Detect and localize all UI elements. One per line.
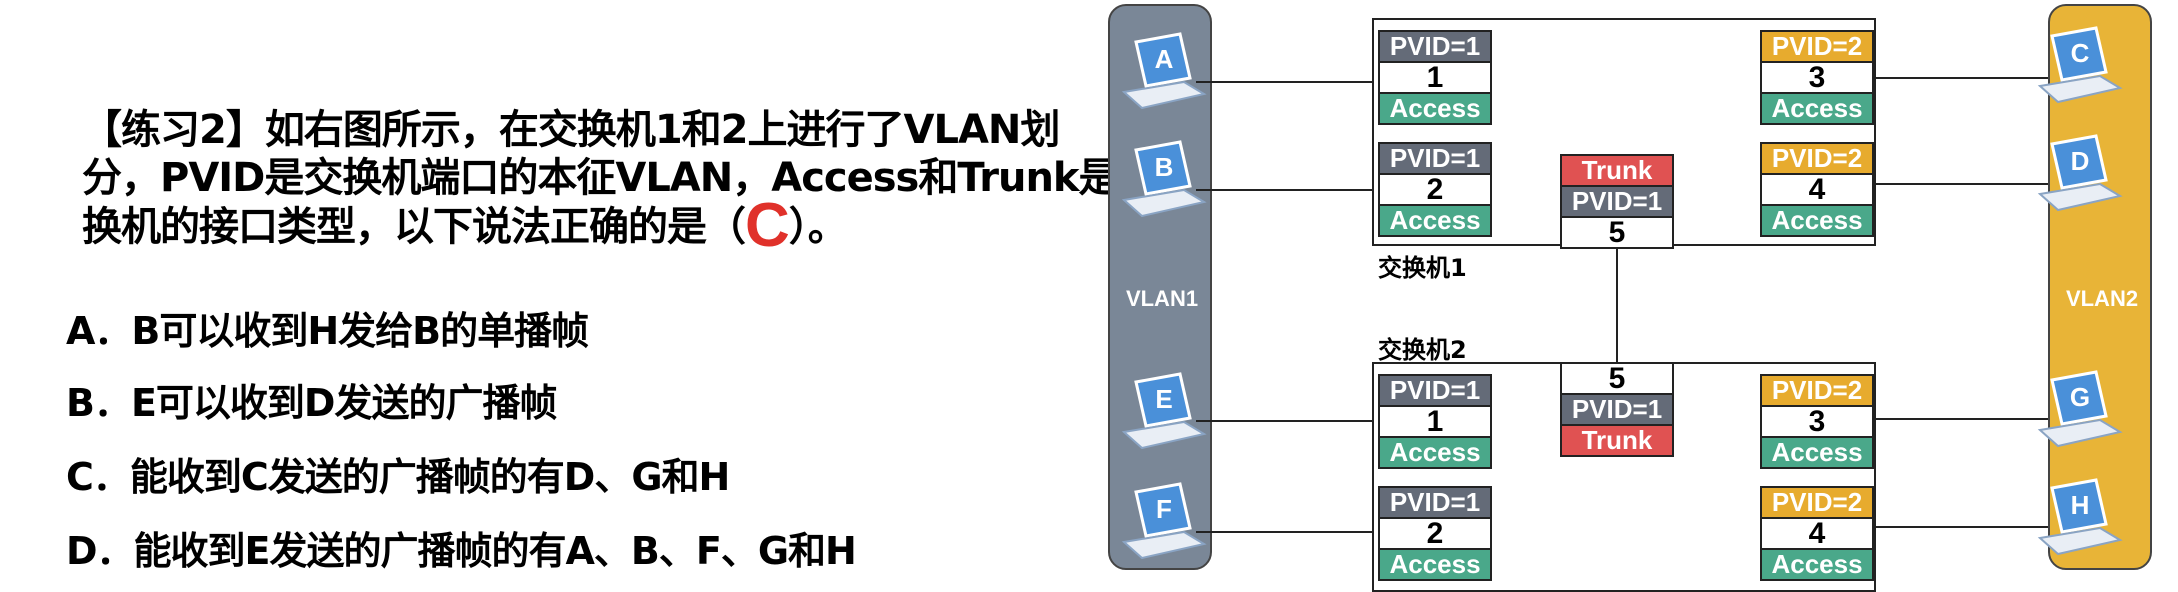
- port-pvid: PVID=1: [1380, 32, 1490, 61]
- switch1-port-5: Trunk PVID=1 5: [1560, 154, 1674, 249]
- port-number: 5: [1562, 364, 1672, 395]
- port-number: 5: [1562, 216, 1672, 248]
- laptop-a-icon[interactable]: A: [1118, 30, 1210, 122]
- switch1-port-2: PVID=1 2 Access: [1378, 142, 1492, 237]
- port-mode: Trunk: [1562, 424, 1672, 455]
- port-pvid: PVID=2: [1762, 376, 1872, 405]
- port-mode: Access: [1380, 94, 1490, 123]
- switch2-port-4: PVID=2 4 Access: [1760, 486, 1874, 581]
- vlan2-label: VLAN2: [2065, 286, 2139, 311]
- link-a: [1196, 81, 1374, 83]
- port-mode: Access: [1380, 550, 1490, 579]
- laptop-d-icon[interactable]: D: [2034, 132, 2126, 224]
- port-mode: Access: [1762, 438, 1872, 467]
- port-number: 3: [1762, 405, 1872, 438]
- link-e: [1196, 420, 1374, 422]
- question-line-1: 【练习2】如右图所示，在交换机1和2上进行了VLAN划: [82, 107, 1060, 153]
- laptop-e-icon[interactable]: E: [1118, 370, 1210, 462]
- port-mode: Access: [1380, 206, 1490, 235]
- link-h: [1874, 526, 2048, 528]
- port-mode: Access: [1762, 94, 1872, 123]
- host-e-letter: E: [1155, 384, 1172, 414]
- host-a-letter: A: [1155, 44, 1174, 74]
- port-mode: Trunk: [1562, 156, 1672, 185]
- port-number: 3: [1762, 61, 1872, 94]
- laptop-h-icon[interactable]: H: [2034, 476, 2126, 568]
- option-a[interactable]: A．B可以收到H发给B的单播帧: [66, 300, 589, 355]
- link-d: [1874, 183, 2048, 185]
- port-mode: Access: [1762, 206, 1872, 235]
- switch1-port-3: PVID=2 3 Access: [1760, 30, 1874, 125]
- host-b-letter: B: [1155, 152, 1174, 182]
- port-pvid: PVID=1: [1380, 376, 1490, 405]
- switch2-port-3: PVID=2 3 Access: [1760, 374, 1874, 469]
- port-pvid: PVID=1: [1562, 185, 1672, 216]
- question-close: ）。: [788, 204, 848, 250]
- link-f: [1196, 531, 1374, 533]
- port-pvid: PVID=1: [1562, 395, 1672, 424]
- switch2-port-1: PVID=1 1 Access: [1378, 374, 1492, 469]
- question-line-2: 分，PVID是交换机端口的本征VLAN，Access和Trunk是交: [82, 155, 1158, 201]
- port-number: 2: [1380, 173, 1490, 206]
- switch2-label: 交换机2: [1378, 336, 1467, 364]
- host-f-letter: F: [1156, 494, 1172, 524]
- laptop-b-icon[interactable]: B: [1118, 138, 1210, 230]
- option-b[interactable]: B．E可以收到D发送的广播帧: [66, 372, 557, 427]
- port-number: 4: [1762, 173, 1872, 206]
- laptop-f-icon[interactable]: F: [1118, 480, 1210, 572]
- vlan1-label: VLAN1: [1125, 286, 1199, 311]
- host-g-letter: G: [2070, 382, 2090, 412]
- port-number: 1: [1380, 405, 1490, 438]
- trunk-link: [1616, 242, 1618, 366]
- question-line-3-text: 换机的接口类型，以下说法正确的是（: [82, 204, 746, 250]
- port-mode: Access: [1380, 438, 1490, 467]
- port-pvid: PVID=2: [1762, 144, 1872, 173]
- port-number: 1: [1380, 61, 1490, 94]
- port-number: 2: [1380, 517, 1490, 550]
- link-c: [1874, 77, 2048, 79]
- switch1-label: 交换机1: [1378, 254, 1467, 282]
- port-pvid: PVID=1: [1380, 144, 1490, 173]
- switch1-port-1: PVID=1 1 Access: [1378, 30, 1492, 125]
- switch2-port-5: 5 PVID=1 Trunk: [1560, 362, 1674, 457]
- port-pvid: PVID=1: [1380, 488, 1490, 517]
- link-g: [1874, 418, 2048, 420]
- host-h-letter: H: [2071, 490, 2090, 520]
- port-pvid: PVID=2: [1762, 488, 1872, 517]
- host-d-letter: D: [2071, 146, 2090, 176]
- option-d[interactable]: D．能收到E发送的广播帧的有A、B、F、G和H: [66, 520, 857, 575]
- question-line-3: 换机的接口类型，以下说法正确的是（C）。: [82, 195, 1082, 257]
- option-c[interactable]: C．能收到C发送的广播帧的有D、G和H: [66, 446, 730, 501]
- switch2-port-2: PVID=1 2 Access: [1378, 486, 1492, 581]
- port-pvid: PVID=2: [1762, 32, 1872, 61]
- laptop-c-icon[interactable]: C: [2034, 24, 2126, 116]
- port-number: 4: [1762, 517, 1872, 550]
- link-b: [1196, 189, 1374, 191]
- question-text: 【练习2】如右图所示，在交换机1和2上进行了VLAN划 分，PVID是交换机端口…: [82, 106, 1158, 257]
- port-mode: Access: [1762, 550, 1872, 579]
- host-c-letter: C: [2071, 38, 2090, 68]
- laptop-g-icon[interactable]: G: [2034, 368, 2126, 460]
- switch1-port-4: PVID=2 4 Access: [1760, 142, 1874, 237]
- answer-mark: C: [745, 191, 790, 260]
